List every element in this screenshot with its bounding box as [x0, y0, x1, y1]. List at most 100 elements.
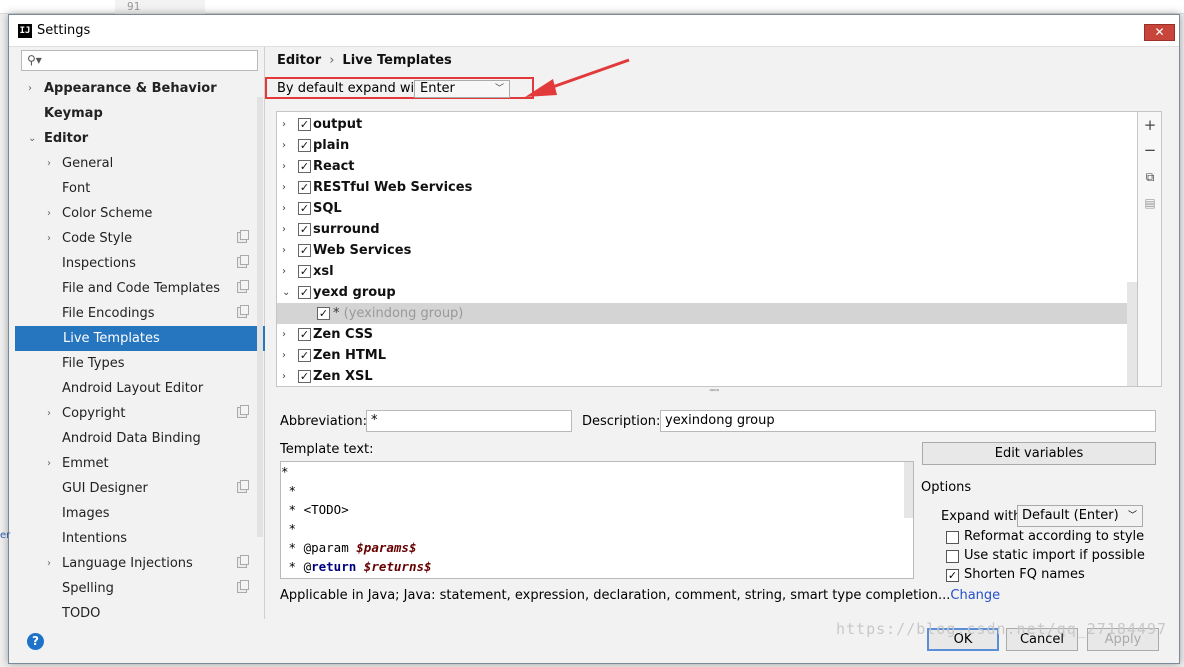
chevron-right-icon[interactable]: ›	[282, 219, 286, 240]
template-checkbox[interactable]: ✓	[317, 307, 330, 320]
chevron-right-icon[interactable]: ›	[282, 324, 286, 345]
project-settings-icon	[237, 255, 249, 268]
template-checkbox[interactable]: ✓	[298, 118, 311, 131]
sidebar-item-copyright[interactable]: › Copyright	[14, 401, 259, 426]
sidebar-item-gui-designer[interactable]: GUI Designer	[14, 476, 259, 501]
template-group-row[interactable]: › ✓ xsl	[277, 261, 1127, 282]
sidebar-item-keymap[interactable]: Keymap	[14, 101, 259, 126]
template-group-row[interactable]: › ✓ Zen HTML	[277, 345, 1127, 366]
chevron-down-icon[interactable]: ⌄	[28, 126, 36, 151]
sidebar-item-label: Editor	[44, 131, 89, 146]
search-input[interactable]: ⚲▾	[21, 50, 258, 71]
sidebar-item-language-injections[interactable]: › Language Injections	[14, 551, 259, 576]
template-group-row[interactable]: › ✓ Zen XSL	[277, 366, 1127, 386]
chevron-right-icon[interactable]: ›	[282, 261, 286, 282]
template-checkbox[interactable]: ✓	[298, 202, 311, 215]
sidebar-item-code-style[interactable]: › Code Style	[14, 226, 259, 251]
help-icon[interactable]: ?	[27, 633, 44, 650]
template-text-scrollbar[interactable]	[904, 462, 913, 518]
template-checkbox[interactable]: ✓	[298, 223, 311, 236]
sidebar-scrollbar[interactable]	[257, 97, 263, 537]
template-checkbox[interactable]: ✓	[298, 160, 311, 173]
template-group-row[interactable]: › ✓ plain	[277, 135, 1127, 156]
sidebar-item-appearance-behavior[interactable]: › Appearance & Behavior	[14, 76, 259, 101]
template-text-editor[interactable]: * * * <TODO> * * @param $params$ * @retu…	[280, 461, 914, 579]
chevron-right-icon[interactable]: ›	[282, 177, 286, 198]
template-list: › ✓ output › ✓ plain › ✓ React › ✓ RESTful Web Serv…	[276, 111, 1138, 387]
chevron-right-icon[interactable]: ›	[282, 156, 286, 177]
chevron-right-icon[interactable]: ›	[47, 401, 51, 426]
template-group-row[interactable]: › ✓ Zen CSS	[277, 324, 1127, 345]
reformat-checkbox[interactable]	[946, 531, 959, 544]
restore-icon[interactable]: ▤	[1143, 196, 1157, 210]
window-title: Settings	[37, 23, 91, 38]
template-checkbox[interactable]: ✓	[298, 139, 311, 152]
template-list-scrollbar[interactable]	[1127, 282, 1137, 386]
sidebar-item-android-data-binding[interactable]: Android Data Binding	[14, 426, 259, 451]
chevron-right-icon[interactable]: ›	[47, 551, 51, 576]
sidebar-item-label: Appearance & Behavior	[44, 81, 217, 96]
sidebar-item-color-scheme[interactable]: › Color Scheme	[14, 201, 259, 226]
chevron-down-icon[interactable]: ⌄	[282, 282, 290, 303]
template-checkbox[interactable]: ✓	[298, 328, 311, 341]
chevron-down-icon: ﹀	[494, 84, 504, 94]
breadcrumb: Editor › Live Templates	[277, 53, 452, 68]
chevron-right-icon[interactable]: ›	[282, 135, 286, 156]
sidebar-item-file-types[interactable]: File Types	[14, 351, 259, 376]
settings-dialog: IJ Settings ✕ ⚲▾ › Appearance & Behavior K…	[8, 14, 1180, 664]
expand-with-dropdown[interactable]: Default (Enter) ﹀	[1017, 505, 1143, 527]
template-checkbox[interactable]: ✓	[298, 370, 311, 383]
splitter-handle[interactable]: ''''''''	[709, 388, 720, 397]
chevron-right-icon[interactable]: ›	[47, 451, 51, 476]
copy-icon[interactable]: ⧉	[1143, 170, 1157, 184]
chevron-right-icon[interactable]: ›	[47, 226, 51, 251]
close-button[interactable]: ✕	[1144, 24, 1175, 41]
template-group-row[interactable]: › ✓ surround	[277, 219, 1127, 240]
sidebar-item-emmet[interactable]: › Emmet	[14, 451, 259, 476]
sidebar-item-live-templates[interactable]: Live Templates	[15, 326, 265, 351]
chevron-right-icon[interactable]: ›	[282, 114, 286, 135]
template-group-row[interactable]: › ✓ React	[277, 156, 1127, 177]
chevron-right-icon[interactable]: ›	[47, 201, 51, 226]
reformat-label: Reformat according to style	[964, 529, 1145, 544]
edit-variables-button[interactable]: Edit variables	[922, 442, 1156, 465]
template-checkbox[interactable]: ✓	[298, 265, 311, 278]
template-group-row[interactable]: › ✓ SQL	[277, 198, 1127, 219]
chevron-right-icon[interactable]: ›	[282, 198, 286, 219]
sidebar-item-font[interactable]: Font	[14, 176, 259, 201]
sidebar-item-intentions[interactable]: Intentions	[14, 526, 259, 551]
expand-default-label: By default expand with	[277, 81, 428, 96]
add-button[interactable]: +	[1143, 118, 1157, 133]
shorten-fq-checkbox[interactable]: ✓	[946, 569, 959, 582]
description-field[interactable]: yexindong group	[660, 410, 1156, 432]
sidebar-item-images[interactable]: Images	[14, 501, 259, 526]
static-import-checkbox[interactable]	[946, 550, 959, 563]
sidebar-item-inspections[interactable]: Inspections	[14, 251, 259, 276]
chevron-right-icon[interactable]: ›	[282, 240, 286, 261]
template-group-row[interactable]: › ✓ RESTful Web Services	[277, 177, 1127, 198]
template-checkbox[interactable]: ✓	[298, 244, 311, 257]
options-title: Options	[921, 480, 972, 495]
template-checkbox[interactable]: ✓	[298, 349, 311, 362]
sidebar-item-editor[interactable]: ⌄ Editor	[14, 126, 259, 151]
template-checkbox[interactable]: ✓	[298, 286, 311, 299]
sidebar-item-general[interactable]: › General	[14, 151, 259, 176]
abbreviation-field[interactable]: *	[366, 410, 572, 432]
chevron-right-icon[interactable]: ›	[282, 366, 286, 386]
sidebar-item-android-layout-editor[interactable]: Android Layout Editor	[14, 376, 259, 401]
chevron-right-icon[interactable]: ›	[47, 151, 51, 176]
chevron-right-icon[interactable]: ›	[28, 76, 32, 101]
template-row[interactable]: ✓ * (yexindong group)	[277, 303, 1127, 324]
remove-button[interactable]: −	[1143, 143, 1157, 158]
sidebar-item-file-encodings[interactable]: File Encodings	[14, 301, 259, 326]
change-link[interactable]: Change	[950, 588, 1000, 603]
template-group-row[interactable]: › ✓ output	[277, 114, 1127, 135]
template-label: xsl	[313, 264, 334, 279]
sidebar-item-spelling[interactable]: Spelling	[14, 576, 259, 601]
template-group-row[interactable]: › ✓ Web Services	[277, 240, 1127, 261]
chevron-right-icon[interactable]: ›	[282, 345, 286, 366]
expand-default-dropdown[interactable]: Enter ﹀	[414, 80, 510, 98]
sidebar-item-file-and-code-templates[interactable]: File and Code Templates	[14, 276, 259, 301]
template-checkbox[interactable]: ✓	[298, 181, 311, 194]
template-group-row[interactable]: ⌄ ✓ yexd group	[277, 282, 1127, 303]
